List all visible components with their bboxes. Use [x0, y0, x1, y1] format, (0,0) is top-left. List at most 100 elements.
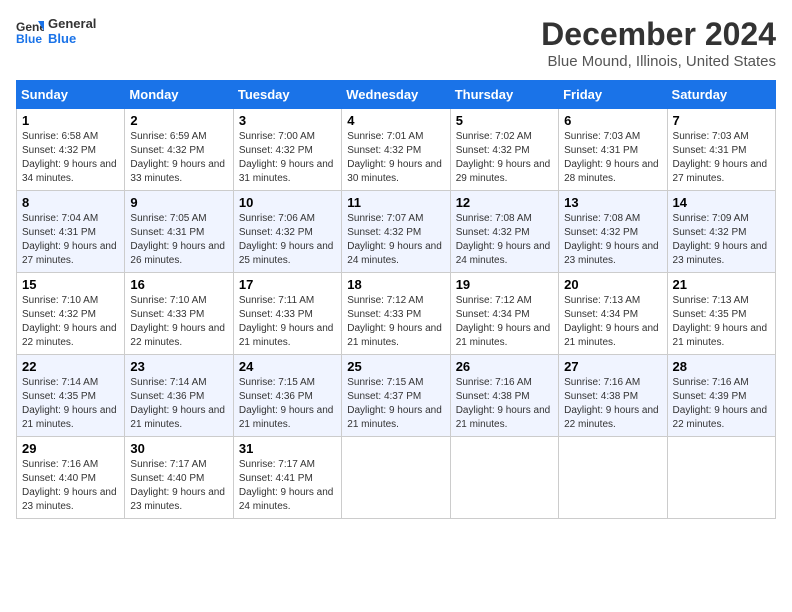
daylight-label: Daylight: 9 hours and 21 minutes.	[347, 323, 442, 348]
sunset-label: Sunset: 4:40 PM	[22, 473, 96, 484]
sunrise-label: Sunrise: 7:12 AM	[456, 295, 532, 306]
daylight-label: Daylight: 9 hours and 25 minutes.	[239, 241, 334, 266]
calendar-day-cell: 31 Sunrise: 7:17 AM Sunset: 4:41 PM Dayl…	[233, 437, 341, 519]
sunrise-label: Sunrise: 7:02 AM	[456, 131, 532, 142]
day-number: 5	[456, 113, 553, 128]
day-number: 13	[564, 195, 661, 210]
calendar-day-cell: 17 Sunrise: 7:11 AM Sunset: 4:33 PM Dayl…	[233, 273, 341, 355]
sunrise-label: Sunrise: 7:17 AM	[130, 459, 206, 470]
day-info: Sunrise: 7:17 AM Sunset: 4:41 PM Dayligh…	[239, 458, 336, 514]
day-info: Sunrise: 7:03 AM Sunset: 4:31 PM Dayligh…	[673, 130, 770, 186]
sunrise-label: Sunrise: 7:08 AM	[564, 213, 640, 224]
sunset-label: Sunset: 4:33 PM	[347, 309, 421, 320]
day-number: 18	[347, 277, 444, 292]
sunset-label: Sunset: 4:33 PM	[239, 309, 313, 320]
day-number: 15	[22, 277, 119, 292]
daylight-label: Daylight: 9 hours and 29 minutes.	[456, 159, 551, 184]
daylight-label: Daylight: 9 hours and 24 minutes.	[239, 487, 334, 512]
sunrise-label: Sunrise: 7:15 AM	[239, 377, 315, 388]
day-number: 28	[673, 359, 770, 374]
sunrise-label: Sunrise: 7:03 AM	[673, 131, 749, 142]
sunrise-label: Sunrise: 7:00 AM	[239, 131, 315, 142]
sunset-label: Sunset: 4:32 PM	[239, 227, 313, 238]
svg-text:Blue: Blue	[16, 32, 42, 45]
sunrise-label: Sunrise: 7:04 AM	[22, 213, 98, 224]
sunset-label: Sunset: 4:39 PM	[673, 391, 747, 402]
sunset-label: Sunset: 4:32 PM	[239, 145, 313, 156]
calendar-day-cell: 3 Sunrise: 7:00 AM Sunset: 4:32 PM Dayli…	[233, 109, 341, 191]
month-title: December 2024	[541, 16, 776, 53]
daylight-label: Daylight: 9 hours and 24 minutes.	[347, 241, 442, 266]
daylight-label: Daylight: 9 hours and 21 minutes.	[22, 405, 117, 430]
calendar-day-cell	[450, 437, 558, 519]
sunrise-label: Sunrise: 7:01 AM	[347, 131, 423, 142]
daylight-label: Daylight: 9 hours and 27 minutes.	[22, 241, 117, 266]
calendar-day-cell: 6 Sunrise: 7:03 AM Sunset: 4:31 PM Dayli…	[559, 109, 667, 191]
day-number: 31	[239, 441, 336, 456]
sunrise-label: Sunrise: 7:13 AM	[673, 295, 749, 306]
day-number: 21	[673, 277, 770, 292]
daylight-label: Daylight: 9 hours and 27 minutes.	[673, 159, 768, 184]
day-info: Sunrise: 7:08 AM Sunset: 4:32 PM Dayligh…	[564, 212, 661, 268]
day-info: Sunrise: 7:15 AM Sunset: 4:37 PM Dayligh…	[347, 376, 444, 432]
sunset-label: Sunset: 4:32 PM	[347, 227, 421, 238]
sunset-label: Sunset: 4:35 PM	[673, 309, 747, 320]
sunrise-label: Sunrise: 7:16 AM	[22, 459, 98, 470]
day-info: Sunrise: 7:12 AM Sunset: 4:34 PM Dayligh…	[456, 294, 553, 350]
daylight-label: Daylight: 9 hours and 21 minutes.	[673, 323, 768, 348]
sunrise-label: Sunrise: 7:05 AM	[130, 213, 206, 224]
calendar-day-cell: 20 Sunrise: 7:13 AM Sunset: 4:34 PM Dayl…	[559, 273, 667, 355]
sunset-label: Sunset: 4:37 PM	[347, 391, 421, 402]
daylight-label: Daylight: 9 hours and 21 minutes.	[239, 323, 334, 348]
day-info: Sunrise: 7:10 AM Sunset: 4:32 PM Dayligh…	[22, 294, 119, 350]
daylight-label: Daylight: 9 hours and 21 minutes.	[564, 323, 659, 348]
sunrise-label: Sunrise: 7:09 AM	[673, 213, 749, 224]
daylight-label: Daylight: 9 hours and 23 minutes.	[564, 241, 659, 266]
daylight-label: Daylight: 9 hours and 21 minutes.	[456, 323, 551, 348]
sunrise-label: Sunrise: 7:14 AM	[130, 377, 206, 388]
logo-general: General	[48, 16, 96, 31]
calendar-day-cell: 11 Sunrise: 7:07 AM Sunset: 4:32 PM Dayl…	[342, 191, 450, 273]
sunset-label: Sunset: 4:31 PM	[564, 145, 638, 156]
daylight-label: Daylight: 9 hours and 23 minutes.	[130, 487, 225, 512]
calendar-day-cell: 14 Sunrise: 7:09 AM Sunset: 4:32 PM Dayl…	[667, 191, 775, 273]
daylight-label: Daylight: 9 hours and 21 minutes.	[130, 405, 225, 430]
daylight-label: Daylight: 9 hours and 22 minutes.	[673, 405, 768, 430]
day-info: Sunrise: 7:16 AM Sunset: 4:38 PM Dayligh…	[456, 376, 553, 432]
day-info: Sunrise: 7:02 AM Sunset: 4:32 PM Dayligh…	[456, 130, 553, 186]
calendar-day-cell: 23 Sunrise: 7:14 AM Sunset: 4:36 PM Dayl…	[125, 355, 233, 437]
daylight-label: Daylight: 9 hours and 22 minutes.	[564, 405, 659, 430]
sunset-label: Sunset: 4:31 PM	[22, 227, 96, 238]
day-number: 25	[347, 359, 444, 374]
day-info: Sunrise: 7:17 AM Sunset: 4:40 PM Dayligh…	[130, 458, 227, 514]
calendar-day-cell: 19 Sunrise: 7:12 AM Sunset: 4:34 PM Dayl…	[450, 273, 558, 355]
daylight-label: Daylight: 9 hours and 26 minutes.	[130, 241, 225, 266]
day-info: Sunrise: 7:01 AM Sunset: 4:32 PM Dayligh…	[347, 130, 444, 186]
day-info: Sunrise: 7:10 AM Sunset: 4:33 PM Dayligh…	[130, 294, 227, 350]
calendar-day-cell: 22 Sunrise: 7:14 AM Sunset: 4:35 PM Dayl…	[17, 355, 125, 437]
day-number: 30	[130, 441, 227, 456]
sunset-label: Sunset: 4:38 PM	[564, 391, 638, 402]
calendar-day-cell	[342, 437, 450, 519]
daylight-label: Daylight: 9 hours and 22 minutes.	[22, 323, 117, 348]
sunrise-label: Sunrise: 7:15 AM	[347, 377, 423, 388]
calendar-week-row: 8 Sunrise: 7:04 AM Sunset: 4:31 PM Dayli…	[17, 191, 776, 273]
calendar-day-cell	[559, 437, 667, 519]
weekday-header: Saturday	[667, 81, 775, 109]
day-number: 3	[239, 113, 336, 128]
sunrise-label: Sunrise: 7:14 AM	[22, 377, 98, 388]
sunrise-label: Sunrise: 7:10 AM	[130, 295, 206, 306]
sunset-label: Sunset: 4:33 PM	[130, 309, 204, 320]
day-number: 27	[564, 359, 661, 374]
sunset-label: Sunset: 4:31 PM	[673, 145, 747, 156]
calendar-day-cell: 30 Sunrise: 7:17 AM Sunset: 4:40 PM Dayl…	[125, 437, 233, 519]
sunset-label: Sunset: 4:41 PM	[239, 473, 313, 484]
day-info: Sunrise: 7:12 AM Sunset: 4:33 PM Dayligh…	[347, 294, 444, 350]
logo: General Blue General Blue	[16, 16, 96, 46]
day-info: Sunrise: 7:04 AM Sunset: 4:31 PM Dayligh…	[22, 212, 119, 268]
daylight-label: Daylight: 9 hours and 21 minutes.	[456, 405, 551, 430]
weekday-header: Sunday	[17, 81, 125, 109]
daylight-label: Daylight: 9 hours and 23 minutes.	[673, 241, 768, 266]
weekday-header: Monday	[125, 81, 233, 109]
sunset-label: Sunset: 4:36 PM	[130, 391, 204, 402]
